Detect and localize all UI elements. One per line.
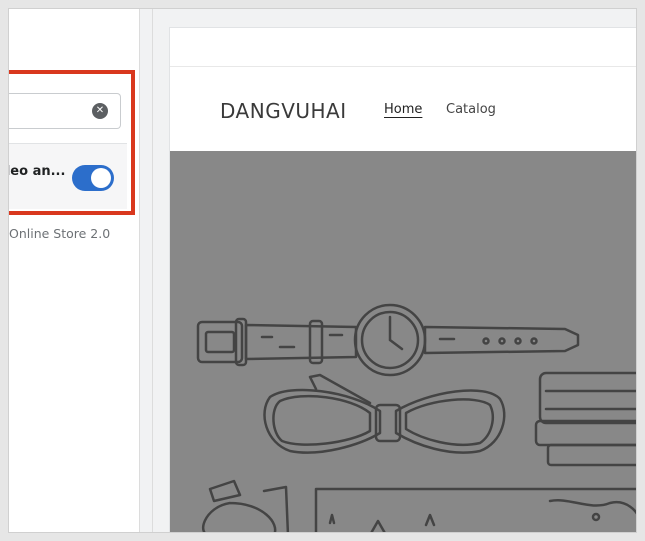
search-input[interactable] <box>9 94 77 128</box>
store-version-label: Online Store 2.0 <box>9 226 111 241</box>
nav-link-catalog[interactable]: Catalog <box>446 102 496 117</box>
nav-link-home[interactable]: Home <box>384 102 422 117</box>
store-preview: DANGVUHAI Home Catalog <box>153 9 636 532</box>
announcement-bar <box>170 28 636 67</box>
setting-label: deo an... <box>9 164 65 179</box>
bowtie-illustration <box>263 373 506 454</box>
app-window: ✕ deo an... Online Store 2.0 DANGVUHAI H… <box>8 8 637 533</box>
hero-banner <box>170 151 636 532</box>
search-field[interactable]: ✕ <box>9 93 121 129</box>
store-header: DANGVUHAI Home Catalog <box>170 67 636 151</box>
products-illustration <box>196 303 636 532</box>
misc-items-illustration <box>201 479 636 532</box>
store-logo[interactable]: DANGVUHAI <box>220 99 347 123</box>
settings-panel: ✕ deo an... Online Store 2.0 <box>9 9 139 532</box>
watch-illustration <box>196 303 580 377</box>
highlight-box: ✕ deo an... <box>9 70 135 215</box>
toggle-knob <box>91 168 111 188</box>
panel-divider[interactable] <box>139 9 153 532</box>
preview-page: DANGVUHAI Home Catalog <box>169 27 636 532</box>
clear-icon[interactable]: ✕ <box>92 103 108 119</box>
lens-illustration <box>534 371 636 467</box>
setting-toggle[interactable] <box>72 165 114 191</box>
setting-row: deo an... <box>9 143 127 209</box>
